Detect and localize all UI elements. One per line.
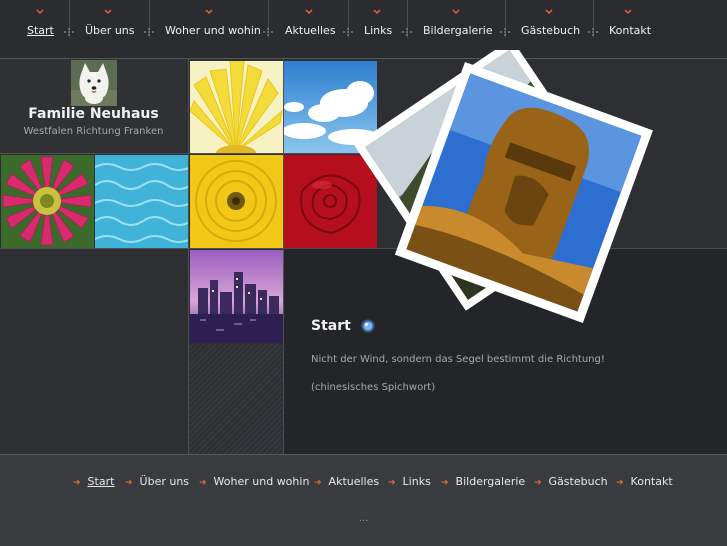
page-title: Start <box>311 318 351 334</box>
chevron-down-icon <box>545 9 553 15</box>
city-skyline-tile <box>190 250 283 343</box>
footer-link-links[interactable]: ➜ Links <box>388 475 431 488</box>
arrow-right-icon: ➜ <box>125 478 133 488</box>
nav-label: Über uns <box>85 24 135 37</box>
chevron-down-icon <box>452 9 460 15</box>
hatched-panel <box>188 344 283 454</box>
dotted-arrow-icon <box>588 28 598 36</box>
footer-link-label: Über uns <box>139 475 190 488</box>
nav-label: Woher und wohin <box>165 24 261 37</box>
photo-stack <box>354 50 653 324</box>
arrow-right-icon: ➜ <box>199 478 207 488</box>
dotted-arrow-icon <box>500 28 510 36</box>
footer-link-label: Kontakt <box>630 475 673 488</box>
footer-link-bildergalerie[interactable]: ➜ Bildergalerie <box>441 475 525 488</box>
nav-label: Links <box>364 24 393 37</box>
site-title: Familie Neuhaus <box>28 106 159 122</box>
footer-link-label: Start <box>87 475 115 488</box>
chevron-down-icon <box>36 9 44 15</box>
yellow-dahlia-tile <box>190 155 283 248</box>
nav-label: Kontakt <box>609 24 652 37</box>
pool-water-tile <box>95 155 188 248</box>
nav-label: Gästebuch <box>521 24 581 37</box>
chevron-down-icon <box>104 9 112 15</box>
chevron-down-icon <box>373 9 381 15</box>
footer: ➜ Start ➜ Über uns ➜ Woher und wohin ➜ Aktue… <box>0 454 727 546</box>
nav-label: Aktuelles <box>285 24 336 37</box>
footer-link-label: Woher und wohin <box>213 475 310 488</box>
dotted-arrow-icon <box>263 28 273 36</box>
footer-link-label: Gästebuch <box>548 475 608 488</box>
chevron-down-icon <box>205 9 213 15</box>
pink-gerbera-tile <box>1 155 94 248</box>
yellow-flower-tile <box>190 61 283 154</box>
footer-link-label: Aktuelles <box>328 475 380 488</box>
footer-link-label: Bildergalerie <box>455 475 526 488</box>
footer-link-aktuelles[interactable]: ➜ Aktuelles <box>314 475 379 488</box>
dotted-arrow-icon <box>402 28 412 36</box>
arrow-right-icon: ➜ <box>441 478 449 488</box>
dog-avatar-icon <box>71 60 117 106</box>
quote-text: Nicht der Wind, sondern das Segel bestim… <box>311 354 605 365</box>
dotted-arrow-icon <box>343 28 353 36</box>
chevron-down-icon <box>624 9 632 15</box>
footer-link-kontakt[interactable]: ➜ Kontakt <box>616 475 673 488</box>
footer-link-ueber-uns[interactable]: ➜ Über uns <box>125 475 189 488</box>
nav-label: Bildergalerie <box>423 24 493 37</box>
footer-link-label: Links <box>402 475 431 488</box>
arrow-right-icon: ➜ <box>616 478 624 488</box>
arrow-right-icon: ➜ <box>534 478 542 488</box>
site-subtitle: Westfalen Richtung Franken <box>23 126 164 137</box>
dotted-arrow-icon <box>144 28 154 36</box>
quote-source: (chinesisches Spichwort) <box>311 382 436 393</box>
arrow-right-icon: ➜ <box>73 478 81 488</box>
footer-link-gaestebuch[interactable]: ➜ Gästebuch <box>534 475 608 488</box>
footer-link-start[interactable]: ➜ Start <box>73 475 114 488</box>
nav-label: Start <box>27 24 54 37</box>
arrow-right-icon: ➜ <box>314 478 322 488</box>
footer-note: ... <box>358 513 369 524</box>
bullet-dot-icon <box>361 319 375 333</box>
footer-link-woher-und-wohin[interactable]: ➜ Woher und wohin <box>199 475 309 488</box>
dotted-arrow-icon <box>64 28 74 36</box>
chevron-down-icon <box>305 9 313 15</box>
arrow-right-icon: ➜ <box>388 478 396 488</box>
